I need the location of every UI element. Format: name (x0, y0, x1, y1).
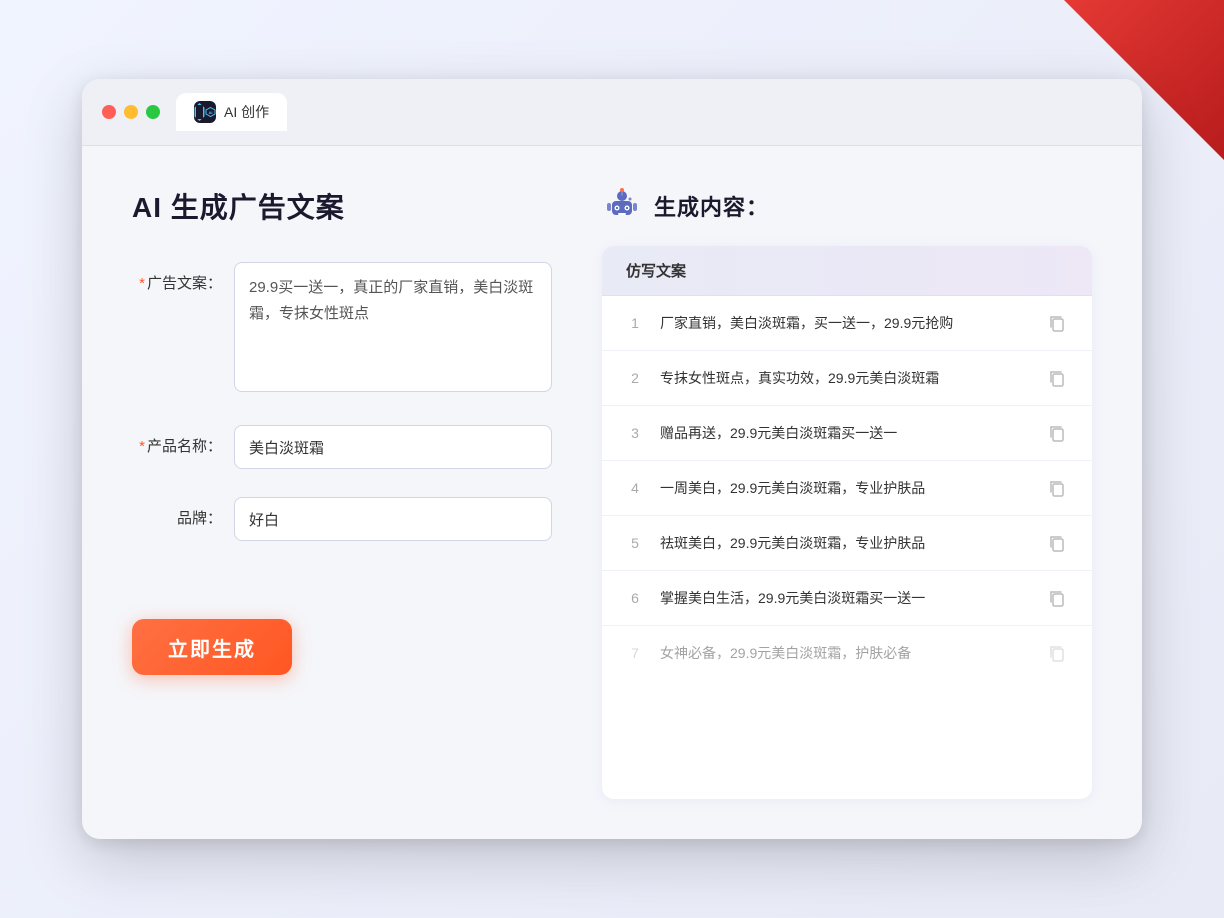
right-panel: 生成内容： 仿写文案 1 厂家直销，美白淡斑霜，买一送一，29.9元抢购 2 专… (602, 186, 1092, 799)
result-item: 2 专抹女性斑点，真实功效，29.9元美白淡斑霜 (602, 351, 1092, 406)
result-item: 5 祛斑美白，29.9元美白淡斑霜，专业护肤品 (602, 516, 1092, 571)
ad-copy-input-wrap: 29.9买一送一，真正的厂家直销，美白淡斑霜，专抹女性斑点 (234, 262, 552, 397)
result-header-area: 生成内容： (602, 186, 1092, 226)
copy-icon[interactable] (1046, 312, 1068, 334)
item-number: 6 (626, 590, 644, 606)
brand-label: 品牌： (132, 497, 222, 528)
ad-copy-required: * (139, 275, 145, 292)
product-name-input[interactable] (234, 425, 552, 469)
main-content: AI 生成广告文案 *广告文案： 29.9买一送一，真正的厂家直销，美白淡斑霜，… (82, 146, 1142, 839)
ad-copy-input[interactable]: 29.9买一送一，真正的厂家直销，美白淡斑霜，专抹女性斑点 (234, 262, 552, 392)
svg-text:AI: AI (209, 110, 213, 115)
maximize-button[interactable] (146, 105, 160, 119)
item-text: 专抹女性斑点，真实功效，29.9元美白淡斑霜 (660, 368, 1030, 389)
result-container: 仿写文案 1 厂家直销，美白淡斑霜，买一送一，29.9元抢购 2 专抹女性斑点，… (602, 246, 1092, 799)
result-item: 7 女神必备，29.9元美白淡斑霜，护肤必备 (602, 626, 1092, 680)
result-section-title: 生成内容： (654, 190, 769, 222)
result-item: 1 厂家直销，美白淡斑霜，买一送一，29.9元抢购 (602, 296, 1092, 351)
item-number: 2 (626, 370, 644, 386)
ad-copy-label: *广告文案： (132, 262, 222, 293)
product-name-label: *产品名称： (132, 425, 222, 456)
copy-icon[interactable] (1046, 642, 1068, 664)
item-number: 7 (626, 645, 644, 661)
product-name-required: * (139, 438, 145, 455)
item-text: 女神必备，29.9元美白淡斑霜，护肤必备 (660, 643, 1030, 664)
copy-icon[interactable] (1046, 477, 1068, 499)
item-text: 掌握美白生活，29.9元美白淡斑霜买一送一 (660, 588, 1030, 609)
browser-window: AI AI 创作 AI 生成广告文案 *广告文案： 29.9买一送一，真正的厂家… (82, 79, 1142, 839)
result-list: 1 厂家直销，美白淡斑霜，买一送一，29.9元抢购 2 专抹女性斑点，真实功效，… (602, 296, 1092, 680)
tab-ai-creation[interactable]: AI AI 创作 (176, 93, 287, 131)
copy-icon[interactable] (1046, 587, 1068, 609)
copy-icon[interactable] (1046, 422, 1068, 444)
item-number: 1 (626, 315, 644, 331)
result-item: 4 一周美白，29.9元美白淡斑霜，专业护肤品 (602, 461, 1092, 516)
ad-copy-row: *广告文案： 29.9买一送一，真正的厂家直销，美白淡斑霜，专抹女性斑点 (132, 262, 552, 397)
minimize-button[interactable] (124, 105, 138, 119)
item-number: 3 (626, 425, 644, 441)
copy-icon[interactable] (1046, 532, 1068, 554)
traffic-lights (102, 105, 160, 119)
item-text: 赠品再送，29.9元美白淡斑霜买一送一 (660, 423, 1030, 444)
product-name-row: *产品名称： (132, 425, 552, 469)
title-bar: AI AI 创作 (82, 79, 1142, 146)
item-text: 祛斑美白，29.9元美白淡斑霜，专业护肤品 (660, 533, 1030, 554)
generate-button[interactable]: 立即生成 (132, 619, 292, 675)
robot-icon (602, 186, 642, 226)
ai-icon: AI (194, 101, 216, 123)
copy-icon[interactable] (1046, 367, 1068, 389)
item-number: 5 (626, 535, 644, 551)
left-panel: AI 生成广告文案 *广告文案： 29.9买一送一，真正的厂家直销，美白淡斑霜，… (132, 186, 552, 799)
brand-input-wrap (234, 497, 552, 541)
item-text: 一周美白，29.9元美白淡斑霜，专业护肤品 (660, 478, 1030, 499)
result-column-header: 仿写文案 (602, 246, 1092, 296)
result-item: 6 掌握美白生活，29.9元美白淡斑霜买一送一 (602, 571, 1092, 626)
tab-label: AI 创作 (224, 102, 269, 122)
item-number: 4 (626, 480, 644, 496)
item-text: 厂家直销，美白淡斑霜，买一送一，29.9元抢购 (660, 313, 1030, 334)
brand-input[interactable] (234, 497, 552, 541)
product-name-input-wrap (234, 425, 552, 469)
close-button[interactable] (102, 105, 116, 119)
page-title: AI 生成广告文案 (132, 186, 552, 226)
result-item: 3 赠品再送，29.9元美白淡斑霜买一送一 (602, 406, 1092, 461)
brand-row: 品牌： (132, 497, 552, 541)
